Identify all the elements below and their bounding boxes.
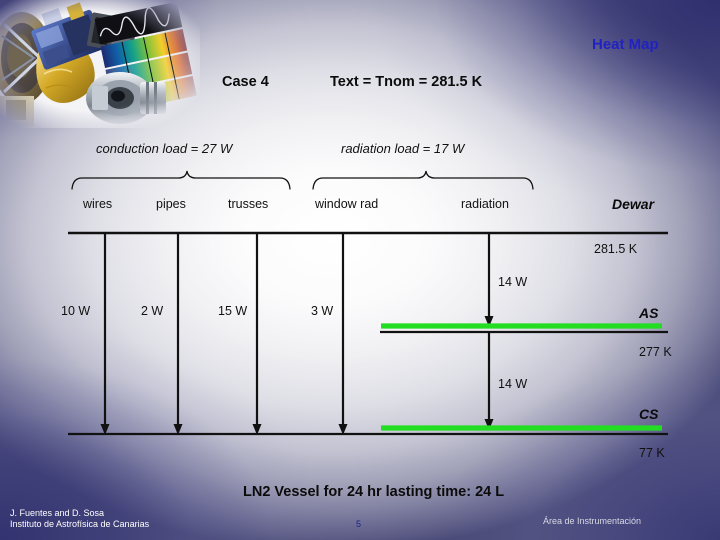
slide-caption: LN2 Vessel for 24 hr lasting time: 24 L bbox=[243, 484, 505, 500]
watt-label-pipes: 2 W bbox=[141, 304, 164, 318]
slide-canvas: Heat Map Case 4 Text = Tnom = 281.5 K co… bbox=[0, 0, 720, 540]
radiation-load-label: radiation load = 17 W bbox=[341, 141, 465, 156]
node-label-radiation: radiation bbox=[461, 197, 509, 211]
watt-label-trusses: 15 W bbox=[218, 304, 248, 318]
case-label: Case 4 bbox=[222, 74, 269, 90]
stage-label-as: AS bbox=[639, 305, 659, 321]
watt-label-cs: 14 W bbox=[498, 377, 528, 391]
footer-institute: Instituto de Astrofísica de Canarias bbox=[10, 519, 150, 529]
node-label-trusses: trusses bbox=[228, 197, 269, 211]
node-label-window-rad: window rad bbox=[315, 197, 379, 211]
stage-temp-cs: 77 K bbox=[639, 446, 665, 460]
external-temperature-label: Text = Tnom = 281.5 K bbox=[330, 74, 483, 90]
watt-label-window-rad: 3 W bbox=[311, 304, 334, 318]
stage-label-cs: CS bbox=[639, 406, 659, 422]
heat-map-title: Heat Map bbox=[592, 36, 659, 53]
stage-temp-dewar: 281.5 K bbox=[594, 242, 638, 256]
instrument-collage-image bbox=[0, 0, 200, 128]
watt-label-as: 14 W bbox=[498, 275, 528, 289]
conduction-load-label: conduction load = 27 W bbox=[96, 141, 233, 156]
node-label-wires: wires bbox=[83, 197, 113, 211]
stage-temp-as: 277 K bbox=[639, 345, 672, 359]
footer-department: Área de Instrumentación bbox=[543, 516, 642, 526]
footer-page-number: 5 bbox=[356, 519, 362, 529]
stage-label-dewar: Dewar bbox=[612, 196, 655, 212]
node-label-pipes: pipes bbox=[156, 197, 186, 211]
watt-label-wires: 10 W bbox=[61, 304, 91, 318]
footer-author: J. Fuentes and D. Sosa bbox=[10, 508, 105, 518]
